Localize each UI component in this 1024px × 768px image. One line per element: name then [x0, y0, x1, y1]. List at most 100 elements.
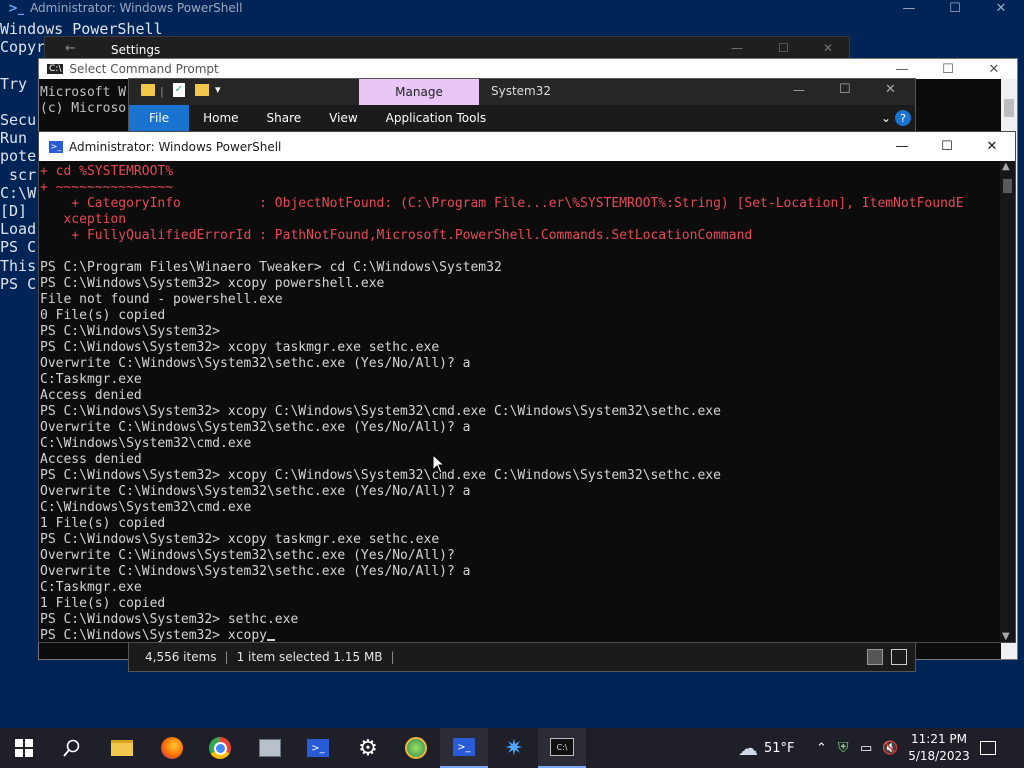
- ps-output-line: C:\Windows\System32\cmd.exe: [40, 500, 252, 515]
- ps-output-line: PS C:\Windows\System32> xcopy taskmgr.ex…: [40, 532, 440, 547]
- status-item-count: 4,556 items: [145, 650, 217, 664]
- close-icon[interactable]: ✕: [885, 82, 896, 97]
- network-icon[interactable]: ▭: [860, 741, 872, 756]
- taskbar-chrome[interactable]: [196, 728, 244, 768]
- taskbar-firefox[interactable]: [148, 728, 196, 768]
- scroll-up-icon[interactable]: ▲: [1002, 161, 1010, 172]
- ribbon-tab-home[interactable]: Home: [189, 105, 252, 131]
- taskbar-app[interactable]: [392, 728, 440, 768]
- cloud-icon[interactable]: ☁: [738, 736, 758, 760]
- firefox-icon: [161, 737, 183, 759]
- explorer-status-bar: 4,556 items | 1 item selected 1.15 MB |: [129, 643, 915, 671]
- ps-output-line: Access denied: [40, 388, 142, 403]
- minimize-icon[interactable]: —: [731, 41, 743, 55]
- status-selection: 1 item selected 1.15 MB: [236, 650, 383, 664]
- maximize-icon[interactable]: ☐: [925, 59, 971, 79]
- cmd-line: Microsoft W: [40, 85, 127, 100]
- back-arrow-icon[interactable]: ←: [65, 41, 76, 56]
- cmd-titlebar[interactable]: C:\ Select Command Prompt — ☐ ✕: [39, 59, 1017, 79]
- ps-output-line: Access denied: [40, 452, 142, 467]
- ps-scrollbar[interactable]: ▲ ▼: [1000, 161, 1015, 642]
- ps-output-line: PS C:\Program Files\Winaero Tweaker> cd …: [40, 260, 502, 275]
- clock-date[interactable]: 5/18/2023: [908, 748, 970, 765]
- taskbar-settings[interactable]: ⚙: [344, 728, 392, 768]
- taskbar-file-explorer[interactable]: [98, 728, 146, 768]
- minimize-icon[interactable]: —: [879, 132, 925, 161]
- ps-output-line: PS C:\Windows\System32> xcopy powershell…: [40, 276, 385, 291]
- ribbon-tab-application-tools[interactable]: Application Tools: [372, 105, 500, 131]
- ps-output-line: [40, 244, 999, 260]
- ps-output-line: C:\Windows\System32\cmd.exe: [40, 436, 252, 451]
- powershell-icon: >_: [49, 140, 63, 153]
- tweaker-icon: ✷: [504, 735, 524, 761]
- ps-output-line: C:Taskmgr.exe: [40, 580, 142, 595]
- new-folder-icon[interactable]: [195, 84, 209, 96]
- bg-ps-titlebar[interactable]: >_ Administrator: Windows PowerShell — ☐…: [0, 0, 1024, 16]
- minimize-icon[interactable]: —: [793, 83, 805, 97]
- taskbar-powershell[interactable]: >_: [294, 728, 342, 768]
- taskbar: >_ ⚙ >_ ✷ C:\ ☁ 51°F ⌃ ⛨ ▭ 🔇 11:21 PM 5/…: [0, 728, 1024, 768]
- weather-temperature[interactable]: 51°F: [764, 741, 795, 756]
- powershell-icon: >_: [453, 738, 475, 756]
- clock-time[interactable]: 11:21 PM: [911, 731, 967, 748]
- minimize-icon[interactable]: —: [886, 0, 932, 16]
- cmd-line: (c) Microso: [40, 101, 127, 116]
- ps-prompt-line[interactable]: PS C:\Windows\System32> xcopy: [40, 628, 999, 644]
- ps-output-line: File not found - powershell.exe: [40, 292, 283, 307]
- ps-output-line: Overwrite C:\Windows\System32\sethc.exe …: [40, 484, 471, 499]
- chrome-icon: [209, 737, 231, 759]
- help-icon[interactable]: ?: [895, 110, 911, 126]
- cmd-title: Select Command Prompt: [69, 62, 219, 76]
- ps-output-line: PS C:\Windows\System32>: [40, 324, 221, 339]
- search-button[interactable]: [48, 728, 96, 768]
- properties-icon[interactable]: ✓: [173, 83, 185, 97]
- main-powershell-window[interactable]: >_ Administrator: Windows PowerShell — ☐…: [38, 131, 1016, 643]
- close-icon[interactable]: ✕: [823, 41, 833, 55]
- notification-center-icon[interactable]: [980, 741, 996, 755]
- ps-title: Administrator: Windows PowerShell: [69, 139, 282, 154]
- ps-output-line: Overwrite C:\Windows\System32\sethc.exe …: [40, 420, 471, 435]
- settings-title: Settings: [111, 43, 161, 57]
- cmd-icon: C:\: [550, 738, 574, 756]
- taskbar-command-prompt[interactable]: C:\: [538, 728, 586, 768]
- close-icon[interactable]: ✕: [978, 0, 1024, 16]
- ps-console-output[interactable]: + cd %SYSTEMROOT% + ~~~~~~~~~~~~~~~ + Cat…: [40, 164, 999, 644]
- security-shield-icon[interactable]: ⛨: [838, 740, 849, 756]
- scroll-down-icon[interactable]: ▼: [1002, 631, 1010, 642]
- text-cursor: [266, 639, 275, 641]
- taskbar-winaero-tweaker[interactable]: ✷: [490, 728, 538, 768]
- manage-tab[interactable]: Manage: [359, 79, 479, 105]
- expand-ribbon-icon[interactable]: ⌄: [877, 105, 895, 131]
- bg-ps-title: Administrator: Windows PowerShell: [30, 1, 243, 15]
- powershell-icon: >_: [8, 1, 25, 15]
- app-globe-icon: [405, 737, 427, 759]
- volume-muted-icon[interactable]: 🔇: [882, 741, 898, 756]
- maximize-icon[interactable]: ☐: [839, 82, 851, 97]
- ribbon-tab-share[interactable]: Share: [253, 105, 316, 131]
- explorer-titlebar[interactable]: | ✓ ▾ Manage System32 — ☐ ✕: [129, 79, 915, 105]
- quick-access-divider: |: [160, 85, 164, 98]
- maximize-icon[interactable]: ☐: [778, 41, 789, 55]
- windows-logo-icon: [15, 739, 33, 757]
- ps-titlebar[interactable]: >_ Administrator: Windows PowerShell — ☐…: [39, 132, 1015, 161]
- ps-output-line: PS C:\Windows\System32> xcopy C:\Windows…: [40, 468, 721, 483]
- maximize-icon[interactable]: ☐: [924, 132, 970, 161]
- taskbar-control-panel[interactable]: [246, 728, 294, 768]
- explorer-ribbon: File Home Share View Application Tools ⌄…: [129, 105, 915, 131]
- taskbar-powershell-admin[interactable]: >_: [440, 728, 488, 768]
- close-icon[interactable]: ✕: [971, 59, 1017, 79]
- close-icon[interactable]: ✕: [969, 132, 1015, 161]
- cmd-icon: C:\: [47, 64, 64, 74]
- ps-prompt-text: PS C:\Windows\System32> xcopy: [40, 628, 267, 643]
- ribbon-tab-file[interactable]: File: [129, 105, 190, 131]
- ribbon-tab-view[interactable]: View: [315, 105, 371, 131]
- details-view-icon[interactable]: [867, 649, 883, 665]
- scroll-thumb[interactable]: [1004, 99, 1014, 117]
- large-icons-view-icon[interactable]: [891, 649, 907, 665]
- maximize-icon[interactable]: ☐: [932, 0, 978, 16]
- minimize-icon[interactable]: —: [879, 59, 925, 79]
- scroll-thumb[interactable]: [1003, 179, 1012, 193]
- start-button[interactable]: [0, 728, 48, 768]
- show-hidden-icons-icon[interactable]: ⌃: [816, 741, 827, 756]
- customize-quick-access-icon[interactable]: ▾: [215, 83, 221, 96]
